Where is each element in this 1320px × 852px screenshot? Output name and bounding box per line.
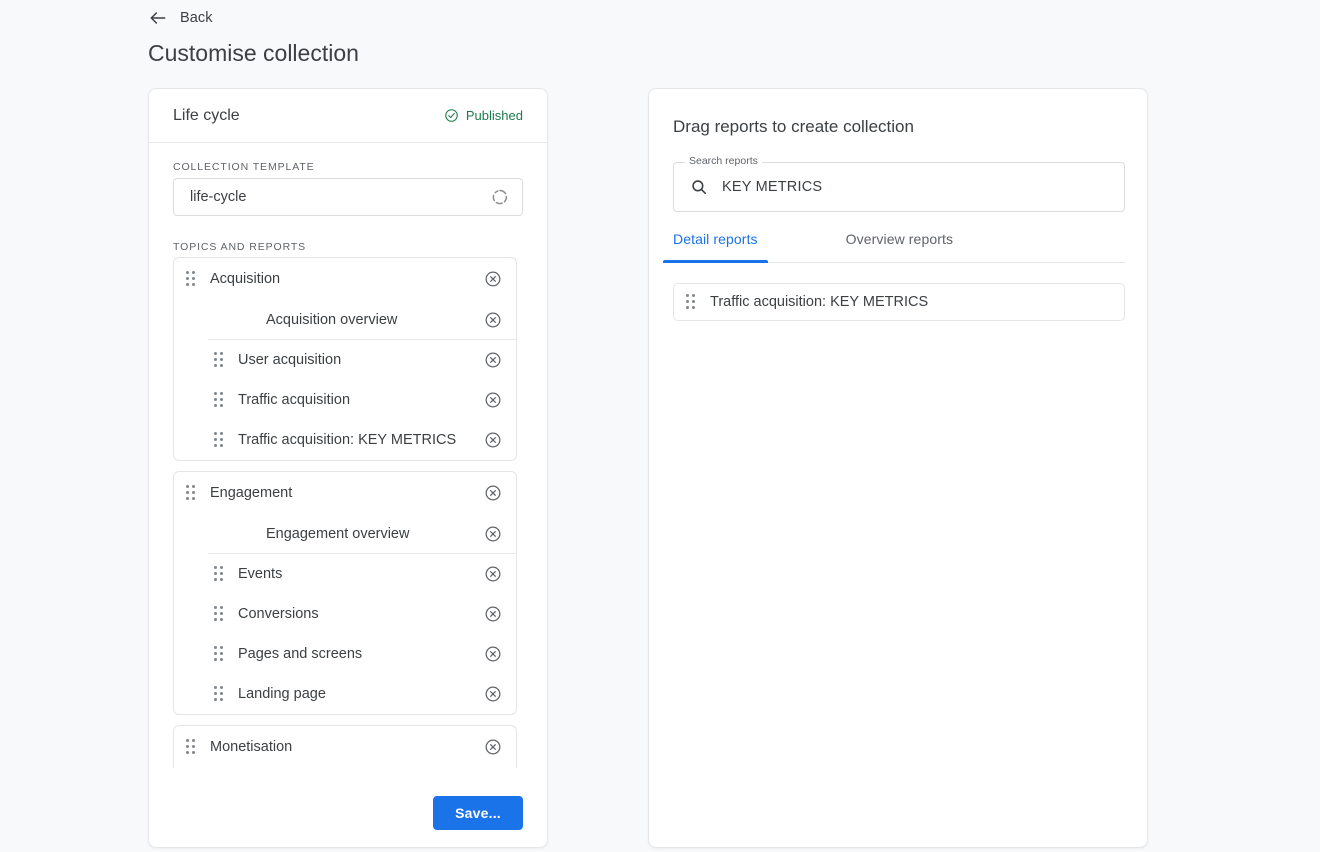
report-row[interactable]: Events [174,554,516,594]
topic-label: Monetisation [210,739,293,755]
report-row[interactable]: Conversions [174,594,516,634]
collection-template-value: life-cycle [190,189,247,205]
report-row[interactable]: Pages and screens [174,634,516,674]
report-row[interactable]: Acquisition overview [208,300,516,340]
drag-handle-icon[interactable] [214,646,228,662]
search-reports-box[interactable]: KEY METRICS [673,162,1125,212]
reports-library-title: Drag reports to create collection [673,117,914,136]
check-circle-icon [444,108,459,123]
drag-handle-icon[interactable] [186,485,200,501]
report-label: Traffic acquisition [238,392,351,408]
tab-overview-reports[interactable]: Overview reports [836,231,963,262]
remove-report-button[interactable] [483,644,503,664]
save-button[interactable]: Save... [433,796,523,830]
remove-report-button[interactable] [483,350,503,370]
report-row[interactable]: Traffic acquisition: KEY METRICS [174,420,516,460]
back-button[interactable]: Back [148,8,213,28]
report-label: Traffic acquisition: KEY METRICS [238,432,457,448]
remove-report-button[interactable] [483,310,503,330]
topic-label: Engagement [210,485,293,501]
customise-collection-page: Back Customise collection Life cycle Pub… [0,0,1320,852]
arrow-left-icon [148,8,168,28]
drag-handle-icon[interactable] [214,566,228,582]
report-label: Conversions [238,606,319,622]
remove-report-button[interactable] [483,524,503,544]
collection-header: Life cycle Published [149,89,547,143]
collection-title: Life cycle [173,106,240,124]
report-result-label: Traffic acquisition: KEY METRICS [710,294,929,310]
report-label: Landing page [238,686,326,702]
remove-report-button[interactable] [483,430,503,450]
report-label: Events [238,566,283,582]
reports-tabs: Detail reports Overview reports [663,231,1125,263]
remove-report-button[interactable] [483,390,503,410]
drag-handle-icon[interactable] [186,271,200,287]
topic-row[interactable]: Monetisation [174,726,516,768]
remove-report-button[interactable] [483,604,503,624]
reports-library-card: Drag reports to create collection KEY ME… [648,88,1148,848]
report-row[interactable]: Engagement overview [208,514,516,554]
topic-label: Acquisition [210,271,281,287]
remove-report-button[interactable] [483,564,503,584]
report-label: Pages and screens [238,646,363,662]
search-reports-field[interactable]: KEY METRICS Search reports [673,155,1125,212]
drag-handle-icon[interactable] [186,739,200,755]
drag-handle-icon[interactable] [214,432,228,448]
search-reports-value: KEY METRICS [722,179,823,195]
search-icon [690,178,708,196]
topic-row[interactable]: Engagement [174,472,516,514]
report-row[interactable]: Traffic acquisition [174,380,516,420]
topics-scroll-area[interactable]: Acquisition Acquisition overview User acqu… [173,257,525,852]
report-result-item[interactable]: Traffic acquisition: KEY METRICS [673,283,1125,321]
remove-topic-button[interactable] [483,269,503,289]
topic-group-list: Acquisition Acquisition overview User acqu… [173,257,517,781]
topic-row[interactable]: Acquisition [174,258,516,300]
report-label: Engagement overview [266,525,410,542]
collection-template-input[interactable]: life-cycle [173,178,523,216]
topic-group: Engagement Engagement overview Events Conve… [173,471,517,715]
drag-handle-icon[interactable] [214,352,228,368]
collection-editor-card: Life cycle Published COLLECTION TEMPLATE… [148,88,672,848]
report-label: User acquisition [238,352,342,368]
drag-handle-icon[interactable] [214,606,228,622]
back-label: Back [180,10,213,26]
collection-template-label: COLLECTION TEMPLATE [173,161,315,173]
status-badge-label: Published [465,108,523,123]
drag-handle-icon[interactable] [214,686,228,702]
loading-spinner-icon [490,187,510,207]
remove-topic-button[interactable] [483,737,503,757]
report-row[interactable]: Landing page [174,674,516,714]
drag-handle-icon[interactable] [214,392,228,408]
tab-detail-reports[interactable]: Detail reports [663,231,768,263]
topic-group: Acquisition Acquisition overview User acqu… [173,257,517,461]
status-badge: Published [444,108,523,123]
report-row[interactable]: User acquisition [174,340,516,380]
remove-topic-button[interactable] [483,483,503,503]
remove-report-button[interactable] [483,684,503,704]
topics-and-reports-label: TOPICS AND REPORTS [173,241,307,253]
search-reports-legend: Search reports [685,155,762,167]
drag-handle-icon[interactable] [686,294,700,310]
page-title: Customise collection [148,40,359,66]
report-label: Acquisition overview [266,311,398,328]
